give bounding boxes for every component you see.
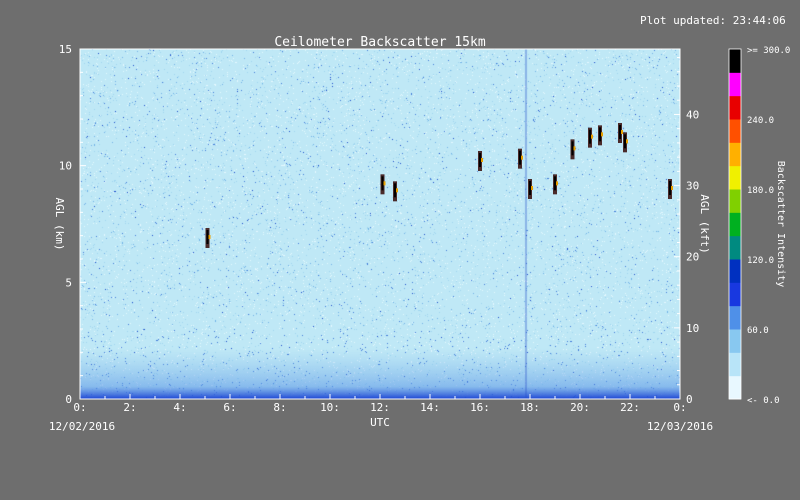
colorbar-segment [729, 305, 741, 330]
colorbar-tick-label: 120.0 [747, 256, 774, 266]
colorbar-segment [729, 375, 741, 400]
colorbar-segment [729, 189, 741, 213]
colorbar-segment [729, 282, 741, 307]
colorbar-segment [729, 352, 741, 377]
x-tick-label: 18: [520, 401, 540, 414]
colorbar-segment [729, 142, 741, 167]
backscatter-heatmap [80, 49, 680, 399]
y-right-tick-label: 40 [686, 108, 699, 121]
y-right-tick-label: 0 [686, 393, 693, 406]
colorbar-segment [729, 49, 741, 73]
plot-updated-text: Plot updated: 23:44:06 [640, 14, 786, 27]
colorbar-segment [729, 259, 741, 283]
chart-title: Ceilometer Backscatter 15km [274, 35, 485, 50]
colorbar-segment [729, 212, 741, 237]
heatmap-image [80, 49, 680, 399]
y-right-tick-label: 20 [686, 251, 699, 264]
date-end: 12/03/2016 [647, 420, 713, 433]
y-left-tick-label: 0 [65, 393, 72, 406]
x-tick-label: 4: [173, 401, 186, 414]
y-left-tick-label: 5 [65, 276, 72, 289]
date-start: 12/02/2016 [49, 420, 115, 433]
x-tick-label: 22: [620, 401, 640, 414]
x-tick-label: 16: [470, 401, 490, 414]
y-left-tick-label: 10 [59, 160, 72, 173]
y-right-tick-label: 10 [686, 322, 699, 335]
colorbar-segment [729, 329, 741, 353]
colorbar-segment [729, 235, 741, 260]
x-tick-label: 2: [123, 401, 136, 414]
x-tick-label: 10: [320, 401, 340, 414]
y-axis-right-label: AGL (kft) [698, 194, 711, 254]
ceilometer-chart: Plot updated: 23:44:06 Ceilometer Backsc… [49, 14, 790, 433]
colorbar-tick-label: <- 0.0 [747, 396, 780, 406]
y-left-tick-label: 15 [59, 43, 72, 56]
x-tick-label: 6: [223, 401, 236, 414]
x-axis-label: UTC [370, 416, 390, 429]
x-tick-label: 14: [420, 401, 440, 414]
colorbar-segment [729, 72, 741, 97]
x-tick-label: 0: [673, 401, 686, 414]
colorbar [728, 48, 742, 400]
x-tick-label: 0: [73, 401, 86, 414]
x-tick-label: 12: [370, 401, 390, 414]
colorbar-label: Backscatter Intensity [775, 161, 786, 287]
colorbar-segment [729, 95, 741, 120]
y-right-tick-label: 30 [686, 180, 699, 193]
colorbar-segment [729, 165, 741, 190]
colorbar-tick-label: 240.0 [747, 116, 774, 126]
x-tick-label: 8: [273, 401, 286, 414]
x-tick-label: 20: [570, 401, 590, 414]
colorbar-tick-label: 180.0 [747, 186, 774, 196]
colorbar-tick-label: 60.0 [747, 326, 769, 336]
colorbar-tick-label: >= 300.0 [747, 46, 790, 56]
colorbar-segment [729, 119, 741, 143]
y-axis-left-label: AGL (km) [53, 198, 66, 251]
